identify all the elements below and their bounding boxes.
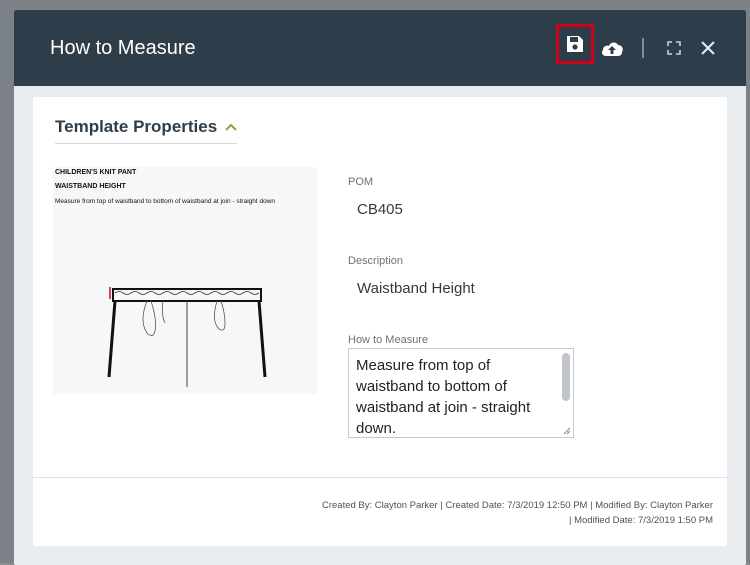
resize-grip-icon[interactable] xyxy=(561,425,571,435)
pom-value: CB405 xyxy=(357,201,403,218)
created-date-label: Created Date: xyxy=(445,500,505,511)
properties-card: Template Properties CHILDREN'S KNIT PANT… xyxy=(33,97,727,546)
image-heading-garment: CHILDREN'S KNIT PANT xyxy=(55,169,137,176)
close-icon xyxy=(701,41,715,55)
how-to-measure-textarea[interactable]: Measure from top of waistband to bottom … xyxy=(348,348,574,438)
modified-date-label: Modified Date: xyxy=(574,515,636,526)
how-to-measure-modal: How to Measure Template Properties CHILD… xyxy=(14,10,746,565)
save-button[interactable] xyxy=(556,24,594,64)
audit-line-2: | Modified Date: 7/3/2019 1:50 PM xyxy=(568,515,713,526)
image-heading-pom: WAISTBAND HEIGHT xyxy=(55,183,126,190)
created-by-label: Created By: xyxy=(321,500,373,511)
how-to-measure-text[interactable]: Measure from top of waistband to bottom … xyxy=(356,355,546,437)
save-icon xyxy=(567,36,583,52)
expand-button[interactable] xyxy=(662,34,686,62)
modified-by: Clayton Parker xyxy=(650,500,713,511)
modified-date: 7/3/2019 1:50 PM xyxy=(638,515,713,526)
description-label: Description xyxy=(348,255,404,267)
upload-button[interactable] xyxy=(597,34,627,62)
created-by: Clayton Parker xyxy=(374,500,438,511)
modified-by-label: Modified By: xyxy=(595,500,648,511)
textarea-scrollbar[interactable] xyxy=(562,353,570,401)
audit-info: Created By: Clayton Parker | Created Dat… xyxy=(322,498,713,528)
template-properties-header[interactable]: Template Properties xyxy=(55,117,238,144)
toolbar-divider xyxy=(642,38,644,58)
created-date: 7/3/2019 12:50 PM xyxy=(507,500,588,511)
cloud-upload-icon xyxy=(602,42,623,56)
how-to-measure-label: How to Measure xyxy=(348,334,429,346)
pom-label: POM xyxy=(348,176,374,188)
pant-sketch xyxy=(107,287,267,387)
chevron-up-icon xyxy=(225,123,237,131)
modal-titlebar: How to Measure xyxy=(14,10,746,86)
modal-title: How to Measure xyxy=(50,37,196,59)
footer-divider xyxy=(33,477,727,478)
close-button[interactable] xyxy=(695,34,721,62)
description-value: Waistband Height xyxy=(357,280,475,297)
measurement-image: CHILDREN'S KNIT PANT WAISTBAND HEIGHT Me… xyxy=(53,167,317,394)
section-title: Template Properties xyxy=(55,117,218,136)
image-description: Measure from top of waistband to bottom … xyxy=(55,198,276,205)
expand-icon xyxy=(667,41,681,55)
audit-line-1: Created By: Clayton Parker | Created Dat… xyxy=(321,500,713,511)
